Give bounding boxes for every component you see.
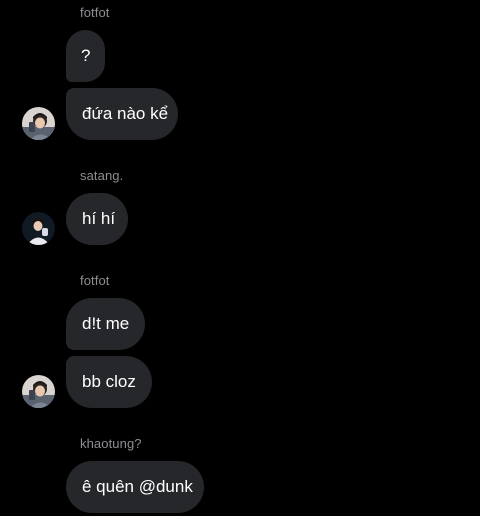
user-avatar-photo-icon[interactable] <box>22 212 55 245</box>
message-bubble[interactable]: bb cloz <box>66 356 152 408</box>
user-avatar-photo-icon[interactable] <box>22 107 55 140</box>
sender-name: khaotung? <box>80 436 142 451</box>
message-thread: fotfot ? đứa nào kể satang. hí hí fotfot… <box>0 0 480 516</box>
sender-name: satang. <box>80 168 124 183</box>
message-bubble[interactable]: ê quên @dunk <box>66 461 204 513</box>
message-bubble[interactable]: d!t me <box>66 298 145 350</box>
message-bubble[interactable]: ? <box>66 30 105 82</box>
user-avatar-photo-icon[interactable] <box>22 375 55 408</box>
message-bubble[interactable]: hí hí <box>66 193 128 245</box>
sender-name: fotfot <box>80 273 110 288</box>
message-bubble[interactable]: đứa nào kể <box>66 88 178 140</box>
sender-name: fotfot <box>80 5 110 20</box>
